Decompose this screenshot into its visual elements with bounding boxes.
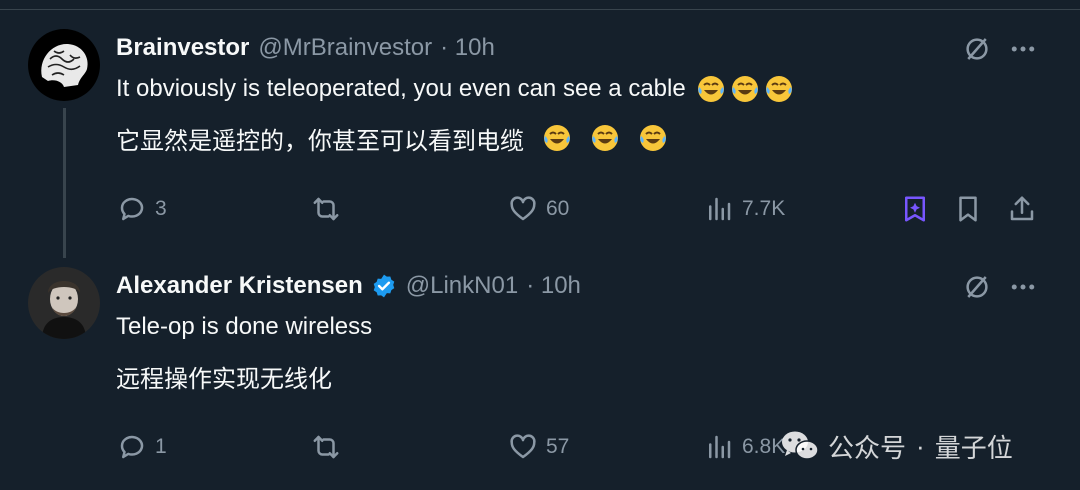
reply-count: 1 <box>155 435 167 458</box>
views-button[interactable]: 7.7K <box>704 192 785 226</box>
tweet-2-text: Tele-op is done wireless <box>116 310 372 344</box>
grok-icon <box>905 196 925 222</box>
grok-slash-icon[interactable] <box>960 270 994 304</box>
laughing-emoji <box>696 74 726 104</box>
watermark-name: 量子位 <box>934 432 1013 463</box>
author-handle[interactable]: @MrBrainvestor <box>258 34 432 62</box>
reply-button[interactable]: 1 <box>117 430 167 464</box>
laughing-emoji <box>730 74 760 104</box>
views-icon <box>709 435 731 459</box>
author-name[interactable]: Alexander Kristensen <box>116 272 363 300</box>
laughing-emoji <box>590 123 620 153</box>
share-button[interactable] <box>1007 192 1037 226</box>
tweet-1-header: Brainvestor @MrBrainvestor · 10h <box>116 33 495 63</box>
wechat-icon <box>782 431 819 460</box>
like-button[interactable]: 57 <box>508 430 569 464</box>
reply-icon <box>120 435 144 459</box>
tweet-text: Tele-op is done wireless <box>116 313 373 340</box>
more-icon[interactable] <box>1006 270 1040 304</box>
tweet-time[interactable]: · 10h <box>526 272 581 300</box>
like-count: 60 <box>546 197 570 220</box>
avatar-alexander-kristensen[interactable] <box>28 267 100 339</box>
retweet-button[interactable] <box>311 192 341 226</box>
like-icon <box>510 434 536 459</box>
bookmark-button[interactable] <box>953 192 983 226</box>
like-icon <box>510 196 536 221</box>
grok-button[interactable] <box>900 192 930 226</box>
avatar-brainvestor[interactable] <box>28 29 100 101</box>
views-icon <box>709 197 731 221</box>
retweet-icon <box>313 435 339 459</box>
views-button[interactable]: 6.8K <box>704 430 785 464</box>
thread-connector-line <box>63 108 66 258</box>
author-handle[interactable]: @LinkN01 <box>406 272 518 300</box>
tweet-1-text: It obviously is teleoperated, you even c… <box>116 72 794 106</box>
verified-badge-icon[interactable] <box>371 273 397 299</box>
share-icon <box>1010 196 1034 221</box>
like-button[interactable]: 60 <box>508 192 569 226</box>
watermark: 公众号 · 量子位 <box>780 428 1013 464</box>
grok-slash-icon[interactable] <box>960 32 994 66</box>
reply-button[interactable]: 3 <box>117 192 167 226</box>
retweet-button[interactable] <box>311 430 341 464</box>
tweet-1-translation: 它显然是遥控的，你甚至可以看到电缆 <box>116 121 668 155</box>
laughing-emoji <box>638 123 668 153</box>
tweet-time[interactable]: · 10h <box>440 34 495 62</box>
tweet-2-header: Alexander Kristensen @LinkN01 · 10h <box>116 271 581 301</box>
bookmark-icon <box>959 196 977 222</box>
author-name[interactable]: Brainvestor <box>116 34 249 62</box>
tweet-text: It obviously is teleoperated, you even c… <box>116 75 686 102</box>
watermark-channel: 公众号 <box>828 432 907 463</box>
laughing-emoji <box>542 123 572 153</box>
views-count: 6.8K <box>742 435 786 458</box>
watermark-separator: · <box>916 430 925 461</box>
more-icon[interactable] <box>1006 32 1040 66</box>
reply-icon <box>120 197 144 221</box>
laughing-emoji <box>764 74 794 104</box>
translation-text: 远程操作实现无线化 <box>116 365 332 393</box>
like-count: 57 <box>546 435 570 458</box>
tweet-2-translation: 远程操作实现无线化 <box>116 359 332 393</box>
views-count: 7.7K <box>742 197 786 220</box>
top-divider <box>0 0 1080 10</box>
retweet-icon <box>313 197 339 221</box>
translation-text: 它显然是遥控的，你甚至可以看到电缆 <box>116 127 524 155</box>
reply-count: 3 <box>155 197 167 220</box>
